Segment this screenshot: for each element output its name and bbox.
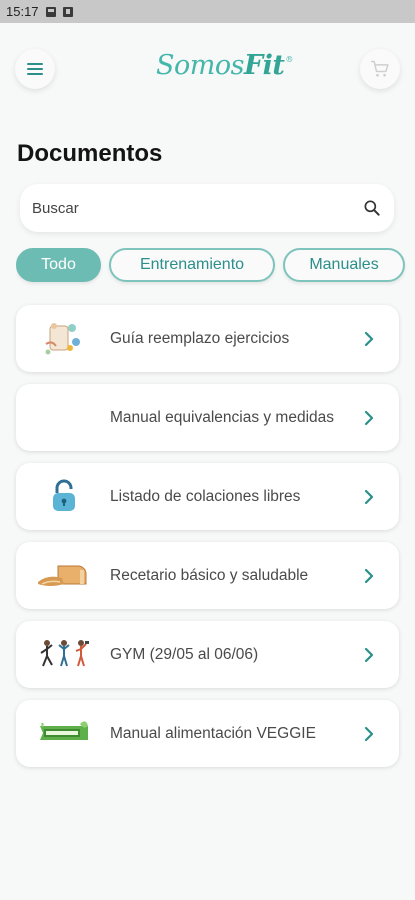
document-item[interactable]: Guía reemplazo ejercicios: [16, 305, 399, 372]
document-item[interactable]: Listado de colaciones libres: [16, 463, 399, 530]
chevron-right-icon: [364, 647, 374, 662]
hamburger-menu-icon: [27, 63, 43, 75]
gym-people-icon: [36, 631, 92, 677]
document-label: GYM (29/05 al 06/06): [110, 646, 259, 663]
search-bar: [20, 184, 394, 232]
shopping-cart-icon: [370, 60, 389, 77]
filter-chip-entrenamiento[interactable]: Entrenamiento: [109, 248, 275, 282]
menu-button[interactable]: [15, 49, 55, 89]
page-title: Documentos: [17, 140, 163, 167]
exercise-illustration-icon: [36, 315, 92, 361]
logo-accent: Fit: [243, 50, 285, 81]
status-bar: 15:17: [0, 0, 415, 23]
app-header: Somos Fit ®: [0, 23, 415, 113]
status-time: 15:17: [6, 4, 39, 19]
search-icon[interactable]: [362, 198, 382, 218]
bread-icon: [36, 552, 92, 598]
document-label: Guía reemplazo ejercicios: [110, 330, 290, 347]
chevron-right-icon: [364, 410, 374, 425]
padlock-icon: [36, 473, 92, 519]
gallery-notification-icon: [45, 6, 56, 17]
document-label: Manual alimentación VEGGIE: [110, 725, 316, 742]
document-item[interactable]: Manual alimentación VEGGIE: [16, 700, 399, 767]
app-notification-icon: [62, 6, 73, 17]
document-label: Manual equivalencias y medidas: [110, 409, 335, 426]
filter-chip-manuales[interactable]: Manuales: [283, 248, 405, 282]
document-item[interactable]: Manual equivalencias y medidas: [16, 384, 399, 451]
logo-main: Somos: [156, 50, 244, 81]
search-input[interactable]: [32, 199, 362, 217]
chevron-right-icon: [364, 331, 374, 346]
chevron-right-icon: [364, 726, 374, 741]
chevron-right-icon: [364, 568, 374, 583]
app-logo: Somos Fit ®: [156, 50, 293, 81]
document-item[interactable]: Recetario básico y saludable: [16, 542, 399, 609]
document-list: Guía reemplazo ejercicios Manual equival…: [16, 305, 399, 779]
document-label: Listado de colaciones libres: [110, 488, 301, 505]
chevron-right-icon: [364, 489, 374, 504]
cart-button[interactable]: [360, 49, 400, 89]
logo-registered: ®: [285, 55, 293, 64]
filter-chip-todo[interactable]: Todo: [16, 248, 101, 282]
document-item[interactable]: GYM (29/05 al 06/06): [16, 621, 399, 688]
plant-based-banner-icon: [36, 710, 92, 756]
filter-chips: Todo Entrenamiento Manuales: [16, 248, 415, 286]
document-label: Recetario básico y saludable: [110, 567, 309, 584]
